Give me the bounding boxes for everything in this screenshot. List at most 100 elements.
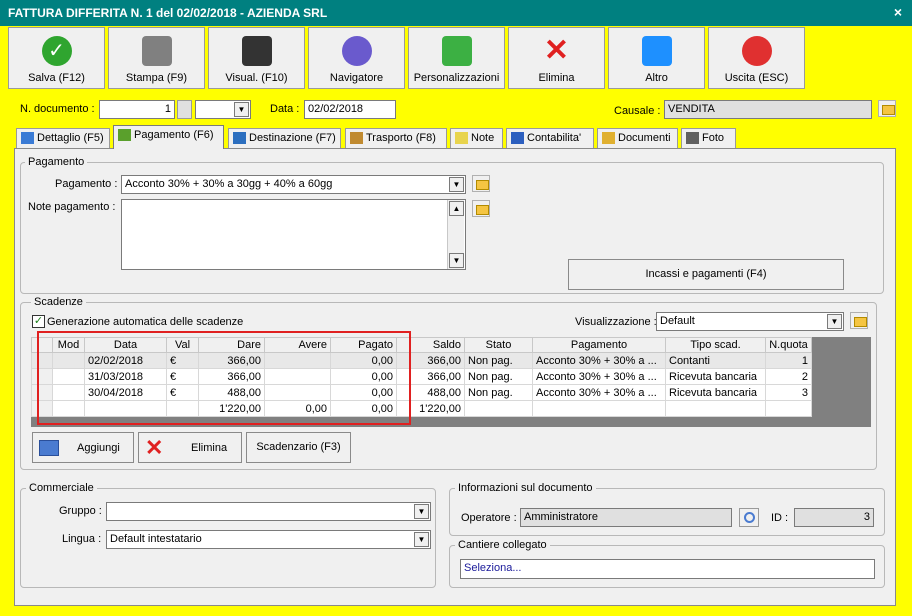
magic-wand-icon xyxy=(241,36,272,66)
toolbar-button-label: Visual. (F10) xyxy=(225,72,288,84)
date-input[interactable]: 02/02/2018 xyxy=(304,100,396,119)
tab-label: Destinazione (F7) xyxy=(249,132,336,144)
tab-label: Contabilita' xyxy=(527,132,582,144)
operatore-input: Amministratore xyxy=(520,508,732,527)
delete-scadenza-button[interactable]: ✕ Elimina xyxy=(138,432,242,463)
table-cell: 3 xyxy=(765,384,812,401)
delete-scadenza-label: Elimina xyxy=(191,442,228,454)
scrollbar[interactable]: ▲ ▼ xyxy=(447,200,464,269)
table-cell: Ricevuta bancaria xyxy=(665,384,766,401)
close-icon[interactable]: × xyxy=(890,4,906,20)
table-cell xyxy=(765,400,812,417)
doc-number-spinner[interactable] xyxy=(177,100,192,119)
note-icon xyxy=(455,132,468,144)
pagamento-select[interactable]: Acconto 30% + 30% a 30gg + 40% a 60gg xyxy=(121,175,466,194)
pagamento-label: Pagamento : xyxy=(55,178,118,190)
tab-label: Note xyxy=(471,132,495,144)
truck-icon xyxy=(350,132,363,144)
column-header[interactable]: N.quota xyxy=(765,337,812,353)
table-cell: 2 xyxy=(765,368,812,385)
gruppo-select[interactable] xyxy=(106,502,431,521)
id-input: 3 xyxy=(794,508,874,527)
camera-icon xyxy=(686,132,699,144)
globe-icon xyxy=(233,132,246,144)
window-title: FATTURA DIFFERITA N. 1 del 02/02/2018 - … xyxy=(8,6,328,20)
lingua-select[interactable]: Default intestatario xyxy=(106,530,431,549)
causale-label: Causale : xyxy=(614,105,661,117)
folder-icon[interactable] xyxy=(850,312,868,329)
table-cell xyxy=(464,400,533,417)
printer-icon xyxy=(141,36,172,66)
chevron-down-icon[interactable]: ▼ xyxy=(414,504,429,519)
folder-icon[interactable] xyxy=(878,100,896,117)
tab-note[interactable]: Note xyxy=(450,128,503,148)
tab-trasporto[interactable]: Trasporto (F8) xyxy=(345,128,447,148)
chevron-down-icon[interactable]: ▼ xyxy=(827,314,842,329)
highlight-box xyxy=(37,331,411,425)
note-pagamento-textarea[interactable] xyxy=(121,199,466,270)
compass-icon xyxy=(341,36,372,66)
chevron-down-icon[interactable]: ▼ xyxy=(449,177,464,192)
tab-documenti[interactable]: Documenti xyxy=(597,128,678,148)
puzzle-button[interactable]: Personalizzazioni xyxy=(408,27,505,89)
tab-label: Foto xyxy=(702,132,725,144)
check-icon: ✓ xyxy=(41,36,72,66)
add-scadenza-label: Aggiungi xyxy=(77,442,120,454)
table-cell: 1 xyxy=(765,352,812,369)
tab-destinazione[interactable]: Destinazione (F7) xyxy=(228,128,341,148)
toolbar-button-label: Navigatore xyxy=(329,72,384,84)
chevron-down-icon[interactable]: ▼ xyxy=(234,102,249,117)
table-cell: Non pag. xyxy=(464,384,533,401)
toolbar-button-label: Uscita (ESC) xyxy=(724,72,789,84)
column-header[interactable]: Pagamento xyxy=(532,337,666,353)
tab-label: Trasporto (F8) xyxy=(366,132,436,144)
column-header[interactable]: Stato xyxy=(464,337,533,353)
magnifier-button[interactable]: Altro xyxy=(608,27,705,89)
red-x-icon: ✕ xyxy=(543,34,570,67)
tab-pagamento[interactable]: Pagamento (F6) xyxy=(113,125,224,149)
magic-wand-button[interactable]: Visual. (F10) xyxy=(208,27,305,89)
doc-number-input[interactable]: 1 xyxy=(99,100,175,119)
incassi-pagamenti-button[interactable]: Incassi e pagamenti (F4) xyxy=(568,259,844,290)
causale-input[interactable]: VENDITA xyxy=(664,100,872,119)
red-x-button[interactable]: ✕ Elimina xyxy=(508,27,605,89)
info-group-title: Informazioni sul documento xyxy=(455,482,596,494)
auto-scadenze-label: Generazione automatica delle scadenze xyxy=(47,316,244,328)
cantiere-group-title: Cantiere collegato xyxy=(455,539,550,551)
payment-icon xyxy=(118,129,131,141)
puzzle-icon xyxy=(441,36,472,66)
folder-icon[interactable] xyxy=(472,200,490,217)
check-button[interactable]: ✓ Salva (F12) xyxy=(8,27,105,89)
power-icon xyxy=(741,36,772,66)
doc-number-label: N. documento : xyxy=(20,103,95,115)
chevron-down-icon[interactable]: ▼ xyxy=(414,532,429,547)
operatore-lookup-icon[interactable] xyxy=(739,508,759,527)
tab-foto[interactable]: Foto xyxy=(681,128,736,148)
scroll-down-icon[interactable]: ▼ xyxy=(449,253,464,268)
column-header[interactable]: Tipo scad. xyxy=(665,337,766,353)
compass-button[interactable]: Navigatore xyxy=(308,27,405,89)
cantiere-select-field[interactable]: Seleziona... xyxy=(460,559,875,579)
magnifier-icon xyxy=(641,36,672,66)
auto-scadenze-checkbox[interactable]: ✓ xyxy=(32,315,45,328)
scadenzario-button[interactable]: Scadenzario (F3) xyxy=(246,432,351,463)
tab-dettaglio[interactable]: Dettaglio (F5) xyxy=(16,128,110,148)
toolbar-button-label: Salva (F12) xyxy=(28,72,85,84)
tab-label: Pagamento (F6) xyxy=(134,129,214,141)
folder-icon[interactable] xyxy=(472,175,490,192)
printer-button[interactable]: Stampa (F9) xyxy=(108,27,205,89)
add-scadenza-button[interactable]: Aggiungi xyxy=(32,432,134,463)
gruppo-label: Gruppo : xyxy=(59,505,102,517)
scroll-up-icon[interactable]: ▲ xyxy=(449,201,464,216)
toolbar-button-label: Elimina xyxy=(538,72,575,84)
power-button[interactable]: Uscita (ESC) xyxy=(708,27,805,89)
visualizzazione-select[interactable]: Default xyxy=(656,312,844,331)
table-cell: Acconto 30% + 30% a ... xyxy=(532,352,666,369)
commerciale-group-title: Commerciale xyxy=(26,482,97,494)
add-icon xyxy=(39,440,59,456)
scadenze-group-title: Scadenze xyxy=(31,296,86,308)
table-cell xyxy=(532,400,666,417)
table-cell: Non pag. xyxy=(464,368,533,385)
tab-contabilita[interactable]: Contabilita' xyxy=(506,128,594,148)
table-cell: Contanti xyxy=(665,352,766,369)
